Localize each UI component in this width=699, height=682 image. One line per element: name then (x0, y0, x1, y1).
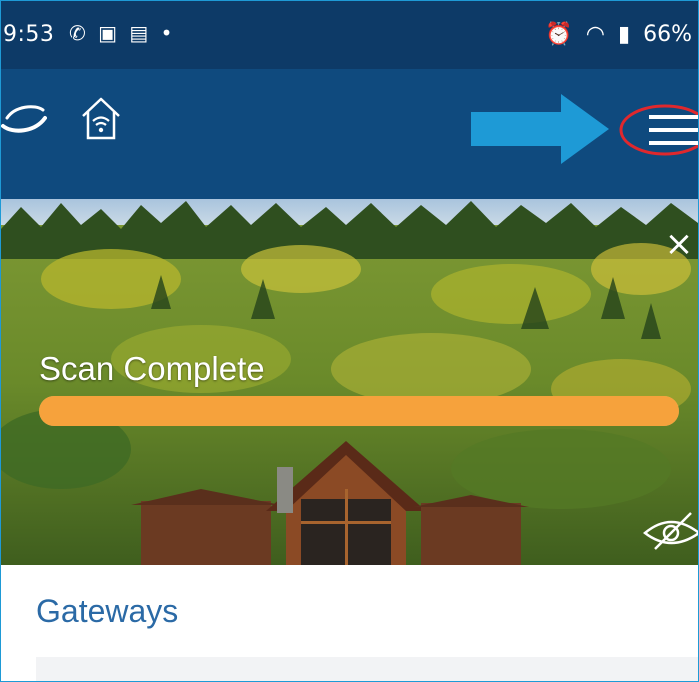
wifi-icon: ◠ (585, 22, 605, 47)
status-bar: 9:53 ✆ ▣ ▤ • ⏰ ◠ ▮ 66% (1, 1, 698, 69)
screenshot-frame: 9:53 ✆ ▣ ▤ • ⏰ ◠ ▮ 66% × Scan Complete G… (0, 0, 699, 682)
status-time: 9:53 (3, 22, 55, 47)
logo-swirl[interactable] (1, 100, 47, 138)
scan-progress-fill (39, 396, 679, 426)
status-notification-icons: ✆ ▣ ▤ • (69, 21, 178, 45)
close-button[interactable]: × (663, 227, 695, 261)
app-bar (1, 69, 698, 199)
hamburger-menu-icon (619, 104, 698, 156)
whatsapp-icon: ✆ (69, 21, 86, 45)
annotation-arrow (471, 94, 609, 164)
alarm-icon: ⏰ (545, 22, 573, 47)
signal-icon: ▮ (617, 22, 631, 47)
scan-progress-bar (39, 396, 679, 426)
eye-slash-icon[interactable] (641, 507, 699, 551)
scan-status-title: Scan Complete (39, 350, 265, 387)
battery-percent: 66% (643, 22, 692, 47)
outlook-icon: ▤ (129, 21, 149, 45)
gateway-list-item[interactable] (36, 657, 698, 681)
dot-icon: • (160, 21, 173, 45)
teams-icon: ▣ (98, 21, 118, 45)
status-right-area: ⏰ ◠ ▮ 66% (539, 22, 692, 47)
smart-home-icon[interactable] (79, 94, 123, 142)
section-title: Gateways (36, 593, 179, 629)
menu-button[interactable] (619, 103, 698, 157)
